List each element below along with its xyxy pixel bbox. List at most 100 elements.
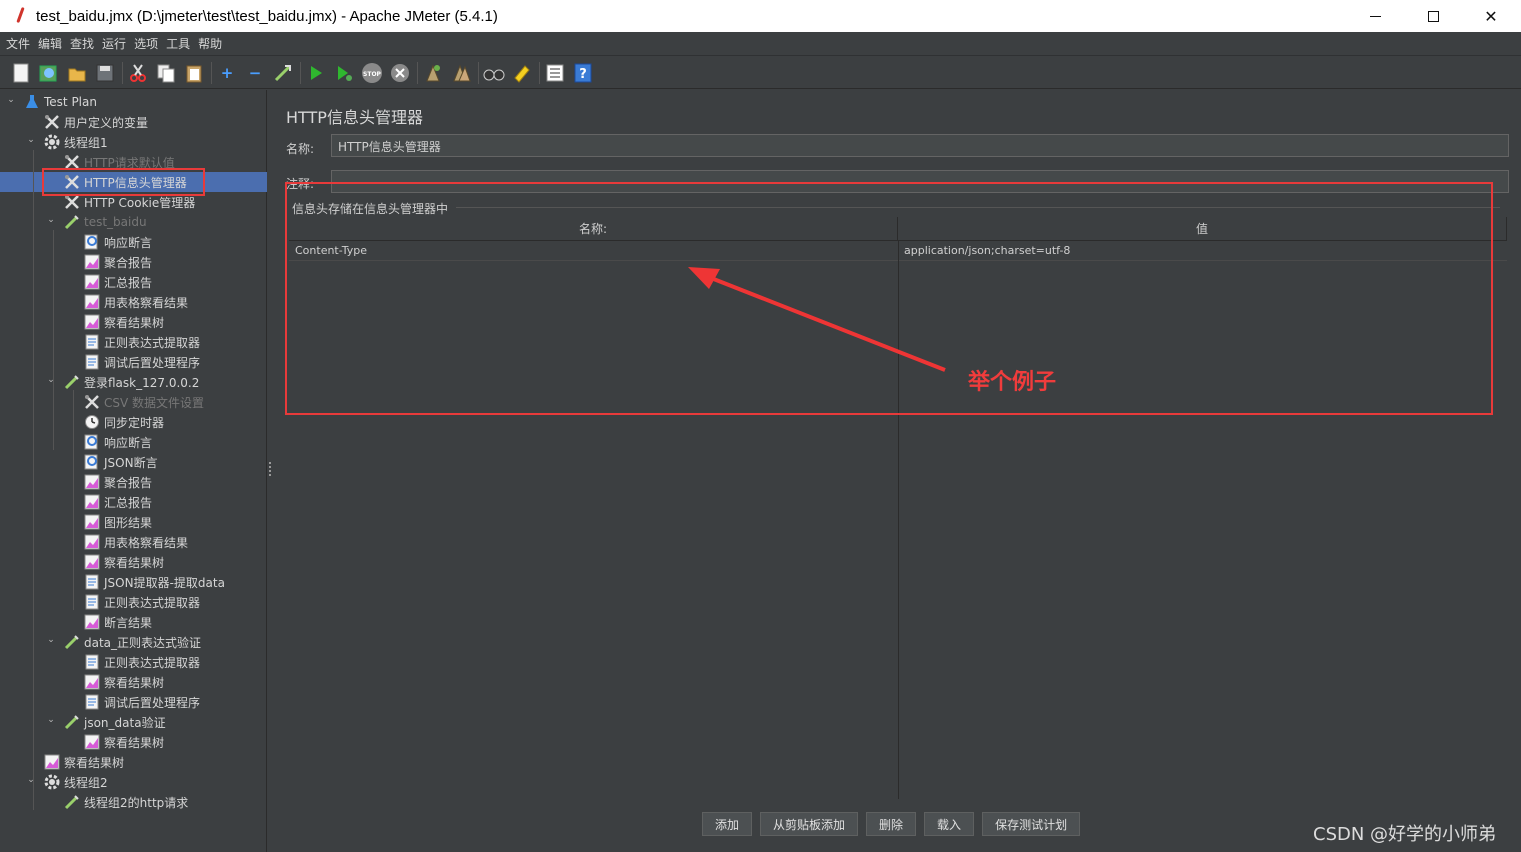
start-icon[interactable]: [305, 62, 327, 84]
tree-item-label: 察看结果树: [104, 555, 165, 570]
new-icon[interactable]: [10, 62, 32, 84]
tree-item[interactable]: test_baidu: [64, 212, 147, 232]
doc-icon: [84, 354, 100, 370]
templates-icon[interactable]: [38, 62, 60, 84]
tree-item[interactable]: 正则表达式提取器: [84, 652, 200, 672]
tree-toggle-chevron-icon[interactable]: ⌄: [6, 95, 16, 105]
pipette-icon: [64, 214, 80, 230]
test-plan-tree: Test Plan ⌄ 用户定义的变量 线程组1 ⌄ HTTP请求默认值 HTTP信息头管理…: [0, 90, 267, 852]
tree-item[interactable]: 调试后置处理程序: [84, 352, 200, 372]
search-icon[interactable]: [483, 62, 505, 84]
splitter-handle[interactable]: [267, 90, 275, 852]
tree-item[interactable]: 汇总报告: [84, 492, 152, 512]
paste-icon[interactable]: [183, 62, 205, 84]
tree-item[interactable]: 用表格察看结果: [84, 532, 188, 552]
add-button[interactable]: 添加: [702, 812, 753, 836]
tree-item[interactable]: 登录flask_127.0.0.2: [64, 372, 199, 392]
tree-item[interactable]: JSON断言: [84, 452, 158, 472]
collapse-icon[interactable]: −: [244, 62, 266, 84]
tree-item-label: CSV 数据文件设置: [104, 395, 205, 410]
start-no-pause-icon[interactable]: [333, 62, 355, 84]
tree-item[interactable]: 线程组2: [44, 772, 108, 792]
minimize-button[interactable]: [1346, 0, 1404, 32]
tree-highlight-box: [42, 168, 205, 196]
tree-item[interactable]: 察看结果树: [84, 672, 164, 692]
maximize-button[interactable]: [1404, 0, 1462, 32]
menu-search[interactable]: 查找: [70, 35, 94, 52]
tree-item[interactable]: 察看结果树: [44, 752, 124, 772]
tree-item[interactable]: JSON提取器-提取data: [84, 572, 225, 592]
delete-button[interactable]: 删除: [866, 812, 917, 836]
tree-toggle-chevron-icon[interactable]: ⌄: [26, 775, 36, 785]
clear-all-icon[interactable]: [450, 62, 472, 84]
doc-icon: [84, 694, 100, 710]
tree-toggle-chevron-icon[interactable]: ⌄: [46, 215, 56, 225]
tree-item[interactable]: 响应断言: [84, 432, 152, 452]
copy-icon[interactable]: [155, 62, 177, 84]
tree-toggle-chevron-icon[interactable]: ⌄: [46, 375, 56, 385]
panel-title: HTTP信息头管理器: [286, 108, 423, 127]
menu-help[interactable]: 帮助: [198, 35, 222, 52]
tree-item[interactable]: 用表格察看结果: [84, 292, 188, 312]
maximize-icon: [1427, 10, 1439, 22]
save-icon[interactable]: [94, 62, 116, 84]
name-field[interactable]: HTTP信息头管理器: [331, 134, 1509, 157]
tree-toggle-chevron-icon[interactable]: ⌄: [26, 135, 36, 145]
toggle-icon[interactable]: [272, 62, 294, 84]
graph-icon: [84, 294, 100, 310]
add-from-clipboard-button[interactable]: 从剪贴板添加: [760, 812, 859, 836]
menu-tools[interactable]: 工具: [166, 35, 190, 52]
close-button[interactable]: ✕: [1462, 0, 1520, 32]
tree-item[interactable]: 图形结果: [84, 512, 152, 532]
menu-run[interactable]: 运行: [102, 35, 126, 52]
save-test-plan-button[interactable]: 保存测试计划: [982, 812, 1081, 836]
tree-item[interactable]: 用户定义的变量: [44, 112, 148, 132]
graph-icon: [84, 474, 100, 490]
tree-item[interactable]: json_data验证: [64, 712, 166, 732]
tree-item[interactable]: 聚合报告: [84, 252, 152, 272]
tree-item-label: JSON断言: [104, 455, 158, 470]
tree-item[interactable]: 响应断言: [84, 232, 152, 252]
toolbar-separator: [478, 61, 479, 84]
function-helper-icon[interactable]: [544, 62, 566, 84]
tree-item[interactable]: 汇总报告: [84, 272, 152, 292]
tree-item[interactable]: 线程组1: [44, 132, 108, 152]
tree-item[interactable]: 调试后置处理程序: [84, 692, 200, 712]
tree-item[interactable]: 线程组2的http请求: [64, 792, 188, 812]
tree-item[interactable]: 正则表达式提取器: [84, 592, 200, 612]
magnifier-icon: [84, 434, 100, 450]
cut-icon[interactable]: [127, 62, 149, 84]
gear-icon: [44, 134, 60, 150]
menu-options[interactable]: 选项: [134, 35, 158, 52]
help-icon[interactable]: ?: [572, 62, 594, 84]
tree-toggle-chevron-icon[interactable]: ⌄: [46, 715, 56, 725]
reset-search-icon[interactable]: [511, 62, 533, 84]
tree-item-label: 同步定时器: [104, 415, 165, 430]
tree-item[interactable]: 同步定时器: [84, 412, 164, 432]
tree-item[interactable]: 正则表达式提取器: [84, 332, 200, 352]
doc-icon: [84, 654, 100, 670]
stop-icon[interactable]: STOP: [361, 62, 383, 84]
clear-icon[interactable]: [422, 62, 444, 84]
tree-item[interactable]: 断言结果: [84, 612, 152, 632]
tree-item-label: 正则表达式提取器: [104, 595, 201, 610]
tree-item[interactable]: 察看结果树: [84, 732, 164, 752]
tree-item[interactable]: 察看结果树: [84, 312, 164, 332]
toolbar-separator: [122, 61, 123, 84]
tree-item-label: 线程组2的http请求: [84, 795, 189, 810]
tree-item[interactable]: 察看结果树: [84, 552, 164, 572]
tree-item-label: 汇总报告: [104, 495, 153, 510]
shutdown-icon[interactable]: [389, 62, 411, 84]
tree-item[interactable]: CSV 数据文件设置: [84, 392, 204, 412]
menu-edit[interactable]: 编辑: [38, 35, 62, 52]
menu-file[interactable]: 文件: [6, 35, 30, 52]
tree-item[interactable]: data_正则表达式验证: [64, 632, 201, 652]
tree-item[interactable]: Test Plan: [24, 92, 97, 112]
open-icon[interactable]: [66, 62, 88, 84]
load-button[interactable]: 载入: [924, 812, 975, 836]
pipette-icon: [64, 714, 80, 730]
tree-item[interactable]: 聚合报告: [84, 472, 152, 492]
expand-icon[interactable]: +: [216, 62, 238, 84]
tree-item-label: 正则表达式提取器: [104, 655, 201, 670]
tree-toggle-chevron-icon[interactable]: ⌄: [46, 635, 56, 645]
